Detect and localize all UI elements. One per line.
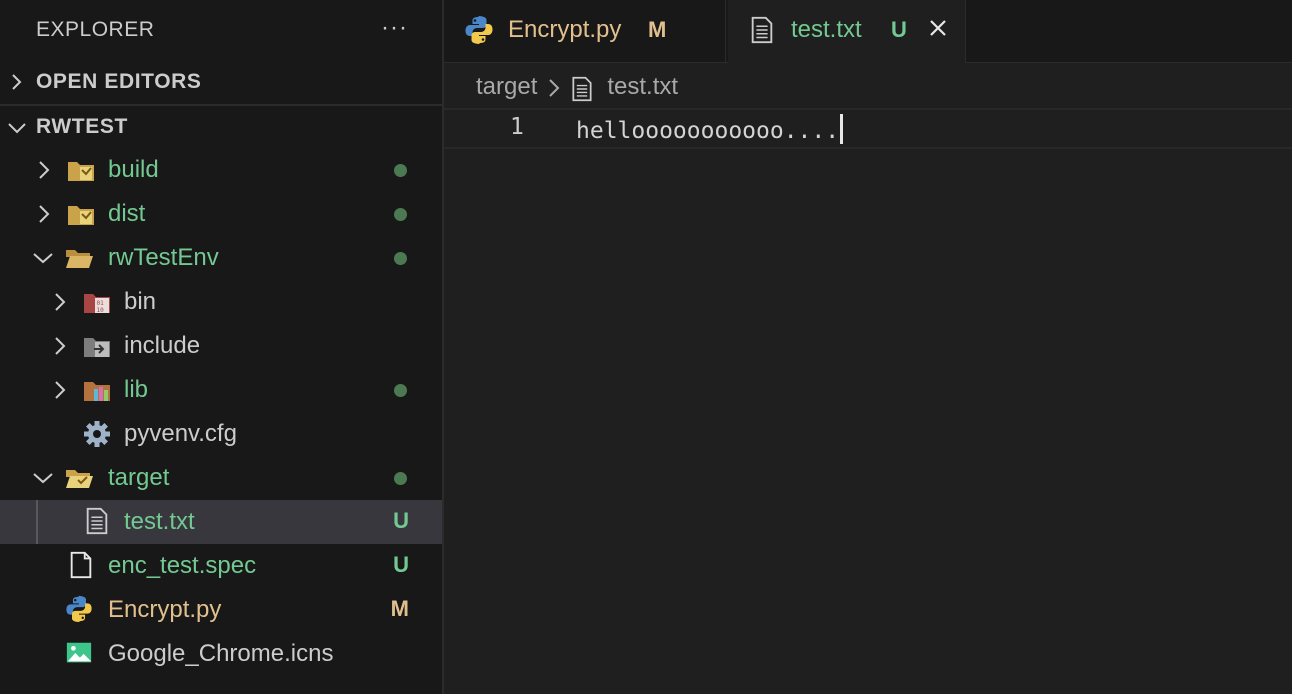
code-editor[interactable]: 1 hellooooooooooo.... (444, 108, 1292, 149)
folder-build-icon (68, 162, 94, 181)
chevron-right-icon (549, 79, 560, 97)
chevron-right-icon (55, 293, 66, 311)
tab-test-txt[interactable]: test.txt U (728, 0, 966, 63)
chevron-down-icon (8, 123, 26, 134)
gear-icon (84, 421, 110, 447)
folder-dist-icon (68, 206, 94, 225)
tree-item-label: test.txt (124, 508, 195, 535)
tree-item-label: rwTestEnv (108, 244, 219, 271)
explorer-header: EXPLORER ··· (0, 0, 442, 60)
git-status-dot (394, 384, 407, 397)
editor-area: Encrypt.py M test.txt U target test.txt … (444, 0, 1292, 694)
tree-item-test-txt[interactable]: test.txt U (0, 500, 442, 544)
line-content: hellooooooooooo.... (576, 118, 840, 144)
tab-bar: Encrypt.py M test.txt U (444, 0, 1292, 63)
folder-include-icon (84, 338, 110, 357)
tree-item-label: Encrypt.py (108, 596, 222, 623)
python-icon (465, 16, 493, 44)
tree-item-google-chrome-icns[interactable]: Google_Chrome.icns (0, 632, 442, 676)
code-line[interactable]: 1 hellooooooooooo.... (444, 108, 1292, 149)
file-icon (70, 551, 92, 579)
tab-label: Encrypt.py (508, 16, 622, 43)
git-status-dot (394, 252, 407, 265)
image-file-icon (66, 642, 92, 663)
tree-item-lib[interactable]: lib (0, 368, 442, 412)
git-status-dot (394, 472, 407, 485)
folder-open-target-icon (66, 470, 93, 488)
git-status-badge: U (393, 552, 409, 577)
chevron-down-icon (33, 253, 53, 264)
git-status-dot (394, 164, 407, 177)
tree-item-label: target (108, 464, 170, 491)
breadcrumb-folder[interactable]: target (476, 73, 537, 101)
tree-item-target[interactable]: target (0, 456, 442, 500)
tree-item-rwtestenv[interactable]: rwTestEnv (0, 236, 442, 280)
tree-item-dist[interactable]: dist (0, 192, 442, 236)
text-cursor (840, 114, 844, 144)
tree-item-include[interactable]: include (0, 324, 442, 368)
tree-item-label: bin (124, 288, 157, 315)
line-number: 1 (510, 114, 524, 140)
explorer-sidebar: EXPLORER ··· OPEN EDITORS RWTEST build d… (0, 0, 444, 694)
breadcrumb: target test.txt (476, 70, 678, 104)
git-status-badge: U (393, 508, 409, 533)
close-icon[interactable] (928, 18, 948, 38)
svg-text:01: 01 (97, 300, 105, 307)
tree-item-label: pyvenv.cfg (124, 420, 237, 447)
tree-item-label: lib (124, 376, 149, 403)
workspace-label: RWTEST (36, 115, 128, 138)
vscode-window: EXPLORER ··· OPEN EDITORS RWTEST build d… (0, 0, 1292, 694)
text-file-icon (751, 16, 773, 44)
more-actions-icon[interactable]: ··· (381, 16, 408, 40)
tree-item-label: build (108, 156, 159, 183)
workspace-section[interactable]: RWTEST (0, 104, 442, 148)
text-file-icon (86, 507, 108, 535)
tab-label: test.txt (791, 16, 862, 43)
breadcrumb-file[interactable]: test.txt (607, 73, 678, 101)
chevron-right-icon (39, 205, 50, 223)
python-icon (66, 595, 92, 623)
file-tree: build dist rwTestEnv 01 10 bin include l… (0, 148, 442, 676)
chevron-right-icon (55, 381, 66, 399)
folder-bin-icon: 0110 (84, 294, 110, 314)
tree-item-label: enc_test.spec (108, 552, 257, 579)
tree-item-bin[interactable]: 01 10 bin (0, 280, 442, 324)
tree-item-label: dist (108, 200, 146, 227)
git-status-badge: M (390, 596, 409, 621)
tree-item-label: Google_Chrome.icns (108, 640, 334, 667)
chevron-down-icon (33, 473, 53, 484)
svg-text:10: 10 (97, 307, 105, 314)
git-status-badge: U (891, 17, 907, 42)
chevron-right-icon (39, 161, 50, 179)
indent-guide (36, 500, 38, 544)
line-text[interactable]: hellooooooooooo.... (576, 114, 844, 144)
tab-encrypt-py[interactable]: Encrypt.py M (444, 0, 726, 62)
chevron-right-icon (55, 337, 66, 355)
open-editors-section[interactable]: OPEN EDITORS (0, 60, 442, 104)
tree-item-build[interactable]: build (0, 148, 442, 192)
open-editors-label: OPEN EDITORS (36, 70, 202, 93)
chevron-right-icon (12, 74, 22, 90)
tree-item-pyvenv[interactable]: pyvenv.cfg (0, 412, 442, 456)
folder-lib-icon (84, 382, 110, 401)
tree-item-encrypt-py[interactable]: Encrypt.py M (0, 588, 442, 632)
folder-open-icon (66, 250, 93, 268)
text-file-icon (572, 76, 592, 102)
git-status-badge: M (648, 17, 667, 42)
tree-item-label: include (124, 332, 201, 359)
explorer-title: EXPLORER (36, 18, 155, 41)
git-status-dot (394, 208, 407, 221)
tree-item-enc-test-spec[interactable]: enc_test.spec U (0, 544, 442, 588)
